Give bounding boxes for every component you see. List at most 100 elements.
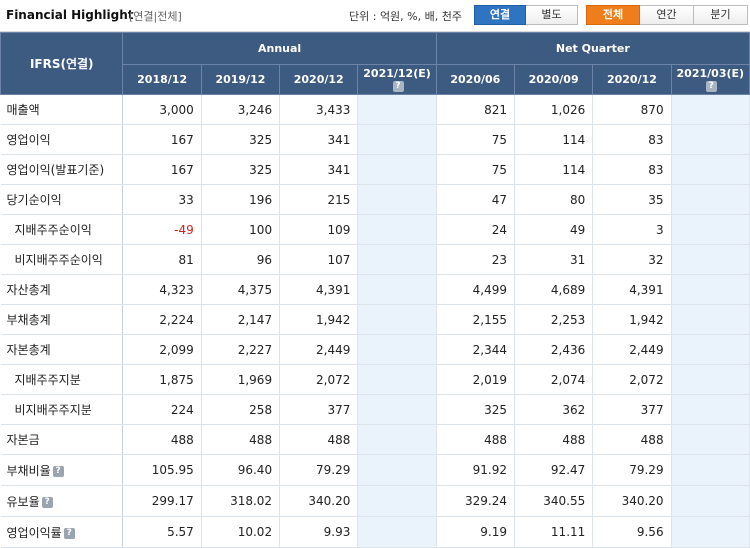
row-label-text: 매출액 (6, 103, 40, 117)
table-cell: 215 (279, 184, 359, 215)
table-cell: 47 (436, 184, 515, 215)
table-cell (671, 244, 750, 275)
table-cell (357, 394, 437, 425)
row-label-text: 비지배주주지분 (14, 403, 92, 417)
consolidation-toggle: 연결 별도 (474, 5, 578, 25)
period-label: 2019/12 (215, 73, 266, 86)
tab-consolidated[interactable]: 연결 (474, 5, 526, 25)
table-cell: 3 (592, 214, 672, 245)
table-cell: 2,147 (201, 304, 281, 335)
tab-quarterly[interactable]: 분기 (694, 5, 748, 25)
tab-all[interactable]: 전체 (586, 5, 640, 25)
table-cell: 100 (201, 214, 281, 245)
row-label-text: 영업이익 (6, 133, 51, 147)
table-cell: 1,942 (592, 304, 672, 335)
table-cell: 35 (592, 184, 672, 215)
quarter-group-header: Net Quarter (435, 32, 750, 65)
table-cell (671, 304, 750, 335)
table-cell: 2,436 (514, 334, 594, 365)
table-cell (671, 364, 750, 395)
table-cell: 4,499 (436, 274, 515, 305)
table-cell: 4,375 (201, 274, 281, 305)
table-cell (671, 485, 750, 517)
table-cell: 821 (436, 94, 515, 125)
table-row: 부채총계 2,224 2,147 1,942 2,155 2,253 1,942 (0, 304, 750, 335)
table-cell: 325 (436, 394, 515, 425)
row-label: 유보율? (0, 485, 124, 517)
table-cell: 488 (201, 424, 281, 455)
table-cell (357, 364, 437, 395)
table-body: 매출액 3,000 3,246 3,433 821 1,026 870 영업이익 167 325 3… (0, 94, 750, 548)
table-cell: 167 (122, 124, 202, 155)
row-label: 부채비율? (0, 454, 124, 486)
table-cell (357, 124, 437, 155)
table-cell (671, 124, 750, 155)
table-cell: 23 (436, 244, 515, 275)
row-label: 비지배주주순이익 (0, 244, 124, 275)
table-cell (357, 454, 437, 486)
label-column-header: IFRS(연결) (0, 32, 124, 95)
table-cell (357, 485, 437, 517)
row-label: 자산총계 (0, 274, 124, 305)
period-label: 2020/12 (606, 73, 657, 86)
table-cell (357, 304, 437, 335)
row-label-text: 지배주주순이익 (14, 223, 92, 237)
table-cell: 2,072 (592, 364, 672, 395)
table-cell: 114 (514, 154, 594, 185)
table-cell: 362 (514, 394, 594, 425)
table-row: 유보율? 299.17 318.02 340.20 329.24 340.55 340.20 (0, 485, 750, 517)
table-cell: 488 (514, 424, 594, 455)
row-label: 자본금 (0, 424, 124, 455)
table-row: 영업이익 167 325 341 75 114 83 (0, 124, 750, 155)
table-cell (671, 184, 750, 215)
table-cell: 49 (514, 214, 594, 245)
table-cell: 75 (436, 154, 515, 185)
row-label: 영업이익 (0, 124, 124, 155)
table-cell: 488 (592, 424, 672, 455)
table-cell (671, 214, 750, 245)
row-label-text: 비지배주주순이익 (14, 253, 103, 267)
help-icon[interactable]: ? (705, 81, 717, 92)
table-cell (671, 424, 750, 455)
tab-separate[interactable]: 별도 (526, 5, 578, 25)
table-cell: 9.56 (592, 516, 672, 548)
row-label: 지배주주지분 (0, 364, 124, 395)
table-cell: 340.55 (514, 485, 594, 517)
help-icon[interactable]: ? (52, 465, 64, 477)
table-cell (357, 334, 437, 365)
period-label: 2021/03(E) (676, 66, 745, 80)
table-cell (671, 334, 750, 365)
help-icon[interactable]: ? (41, 496, 53, 508)
table-cell: 1,969 (201, 364, 281, 395)
table-cell: 9.93 (279, 516, 359, 548)
table-cell: 32 (592, 244, 672, 275)
table-cell: 24 (436, 214, 515, 245)
table-cell: 114 (514, 124, 594, 155)
financial-table-wrapper: IFRS(연결) Annual Net Quarter 2018/12 2019/… (0, 32, 750, 548)
table-cell: 870 (592, 94, 672, 125)
table-cell: 83 (592, 154, 672, 185)
table-cell: 3,000 (122, 94, 202, 125)
table-cell (671, 516, 750, 548)
table-cell (671, 454, 750, 486)
table-cell: 2,074 (514, 364, 594, 395)
help-icon[interactable]: ? (392, 81, 404, 92)
table-cell: 488 (122, 424, 202, 455)
table-cell (357, 214, 437, 245)
table-cell (357, 184, 437, 215)
table-cell: 325 (201, 154, 281, 185)
table-cell: 33 (122, 184, 202, 215)
period-label: 2021/12(E) (363, 66, 431, 80)
table-row: 영업이익률? 5.57 10.02 9.93 9.19 11.11 9.56 (0, 516, 750, 548)
table-cell: 377 (592, 394, 672, 425)
help-icon[interactable]: ? (63, 527, 75, 539)
period-toggle: 전체 연간 분기 (586, 5, 748, 25)
unit-label: 단위 : 억원, %, 배, 천주 (349, 10, 462, 23)
row-label-text: 자본금 (6, 433, 40, 447)
row-label-text: 유보율 (6, 494, 40, 509)
row-label: 부채총계 (0, 304, 124, 335)
table-cell: 79.29 (279, 454, 359, 486)
table-cell: 318.02 (201, 485, 281, 517)
tab-annual[interactable]: 연간 (640, 5, 694, 25)
table-cell: 4,391 (279, 274, 359, 305)
